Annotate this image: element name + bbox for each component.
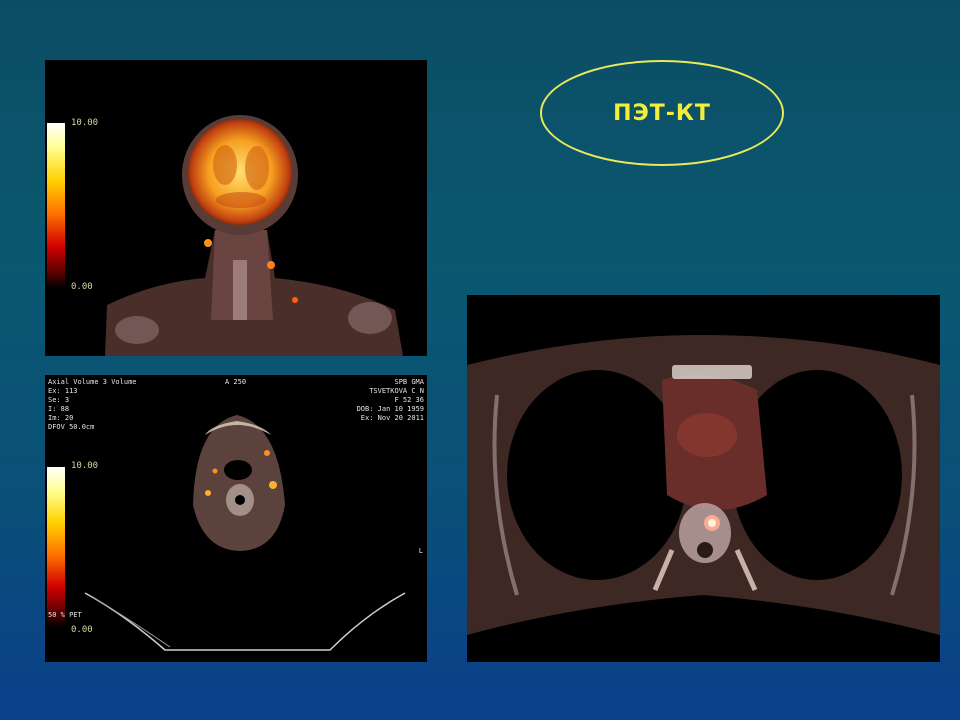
header-left-line-1: Axial Volume 3 Volume <box>48 378 137 386</box>
axial-chest-scan-graphic <box>467 335 940 635</box>
header-center: A 250 <box>225 378 247 386</box>
scale-max-label: 10.00 <box>71 118 99 128</box>
coronal-pet-ct-image: 10.00 0.00 <box>45 60 427 356</box>
scale-max-label: 10.00 <box>71 461 99 471</box>
axial-neck-pet-ct-image: Axial Volume 3 Volume Ex: 113 Se: 3 I: 8… <box>45 375 427 662</box>
header-right-line-1: SPB GMA <box>394 378 424 386</box>
header-right-line-4: DOB: Jan 10 1959 <box>356 405 424 413</box>
header-left-line-4: I: 88 <box>48 405 70 413</box>
scale-pct-label: 50 % PET <box>48 611 82 619</box>
pet-color-scale <box>47 123 65 288</box>
pet-color-scale <box>47 467 65 627</box>
header-left-line-6: DFOV 50.0cm <box>48 423 95 431</box>
header-right-line-5: Ex: Nov 20 2011 <box>360 414 424 422</box>
side-letter: L <box>418 547 423 555</box>
header-left-line-2: Ex: 113 <box>48 387 78 395</box>
scale-min-label: 0.00 <box>71 282 93 292</box>
header-right-line-3: F 52 36 <box>394 396 424 404</box>
header-left-line-5: Im: 20 <box>48 414 74 422</box>
axial-chest-pet-ct-image <box>467 295 940 662</box>
slide-title: ПЭТ-КТ <box>613 100 711 126</box>
header-right-line-2: TSVETKOVA C N <box>369 387 424 395</box>
coronal-scan-graphic <box>105 115 403 356</box>
header-left-line-3: Se: 3 <box>48 396 70 404</box>
scale-min-label: 0.00 <box>71 625 93 635</box>
title-oval: ПЭТ-КТ <box>540 60 784 166</box>
